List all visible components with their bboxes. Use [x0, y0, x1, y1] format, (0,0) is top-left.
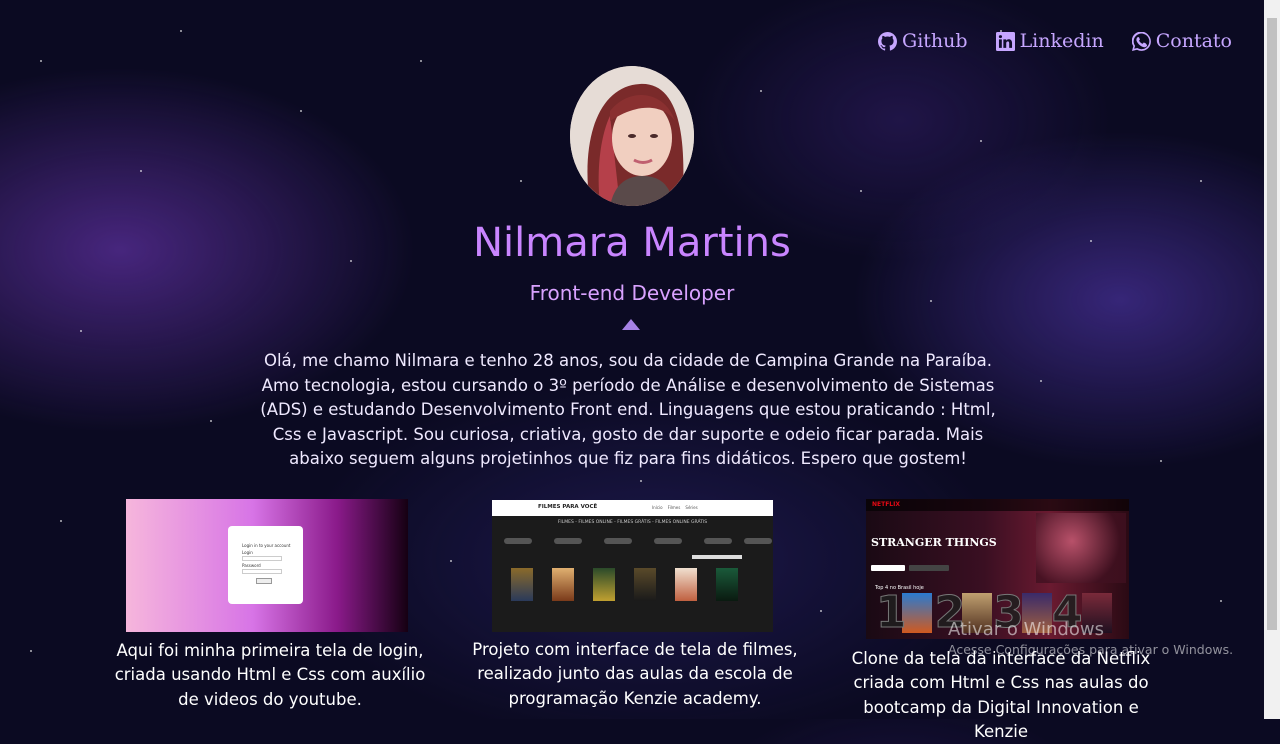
- netflix-logo: NETFLIX: [872, 501, 900, 508]
- login-card-login-label: Login: [242, 550, 253, 555]
- project-caption-netflix: Clone da tela da interface da Netflix cr…: [851, 649, 1151, 741]
- projects-section: Login in to your account Login Password …: [0, 0, 1264, 741]
- windows-watermark-subtitle: Acesse Configurações para ativar o Windo…: [948, 642, 1234, 657]
- windows-watermark-title: Ativar o Windows: [948, 619, 1104, 640]
- project-thumbnail-filmes[interactable]: FILMES PARA VOCÊ Início Filmes Séries FI…: [492, 500, 773, 632]
- login-card-password-label: Password: [242, 563, 261, 568]
- project-caption-login: Aqui foi minha primeira tela de login, c…: [114, 641, 426, 709]
- project-caption-filmes: Projeto com interface de tela de filmes,…: [472, 640, 798, 708]
- netflix-show-title: STRANGER THINGS: [871, 536, 997, 549]
- vertical-scrollbar[interactable]: [1264, 0, 1280, 719]
- scrollbar-thumb[interactable]: [1267, 18, 1277, 630]
- login-card-title: Login in to your account: [242, 543, 291, 548]
- filmes-logo: FILMES PARA VOCÊ: [538, 504, 598, 510]
- project-thumbnail-netflix[interactable]: NETFLIX STRANGER THINGS Top 4 no Brasil …: [866, 499, 1129, 639]
- windows-activation-watermark: Ativar o Windows Acesse Configurações pa…: [948, 619, 1233, 657]
- filmes-banner: FILMES - FILMES ONLINE - FILMES GRÁTIS -…: [557, 520, 708, 525]
- project-thumbnail-login[interactable]: Login in to your account Login Password: [126, 499, 408, 632]
